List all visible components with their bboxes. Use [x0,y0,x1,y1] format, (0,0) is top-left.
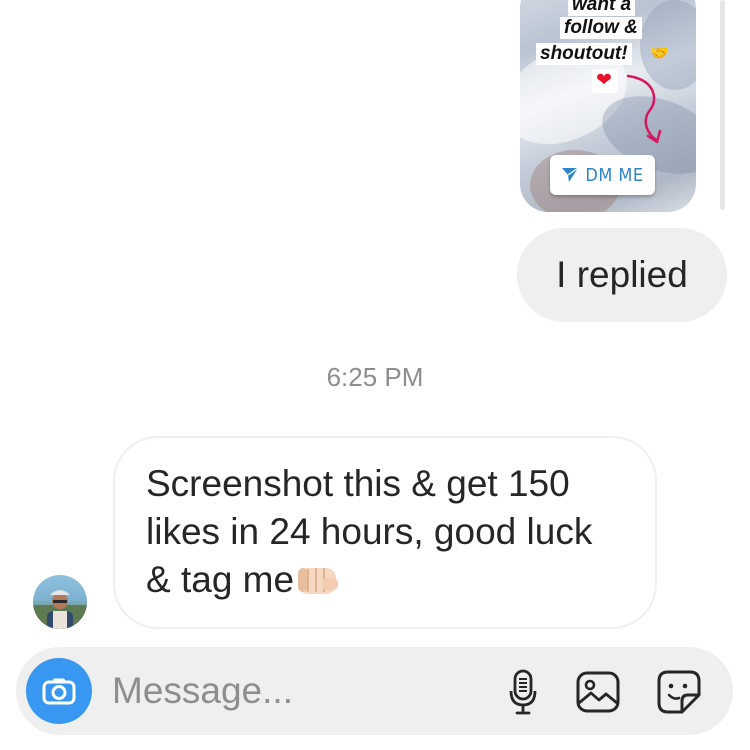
story-text-line: want a [568,0,636,16]
message-input[interactable] [112,667,472,715]
incoming-message-body: Screenshot this & get 150 likes in 24 ho… [146,460,625,604]
sticker-icon [657,670,701,714]
incoming-message-text: Screenshot this & get 150 likes in 24 ho… [146,463,593,600]
dm-me-sticker[interactable]: DM ME [550,155,655,195]
incoming-message-bubble[interactable]: Screenshot this & get 150 likes in 24 ho… [113,436,657,629]
dm-thread-screen: want a follow & shoutout! 🤝 ❤ DM ME I re… [0,0,750,750]
camera-button[interactable] [26,658,92,724]
fist-bump-emoji [298,568,339,594]
heart-icon: ❤ [596,70,612,91]
outgoing-message-bubble[interactable]: I replied [517,228,727,322]
scrollbar[interactable] [720,0,725,210]
story-text-line: shoutout! [536,43,632,65]
heart-sticker: ❤ [592,69,618,93]
microphone-button[interactable] [498,667,548,717]
dm-me-label: DM ME [585,164,644,186]
camera-icon [42,678,76,705]
gallery-button[interactable] [573,667,623,717]
sticker-button[interactable] [654,667,704,717]
handshake-emoji: 🤝 [650,45,669,62]
story-text-line: follow & [560,17,642,39]
paper-plane-icon [562,167,579,182]
message-composer [16,647,733,735]
avatar-photo [33,590,87,629]
gallery-icon [576,671,620,713]
curved-arrow-icon [626,74,662,144]
shared-story-card[interactable]: want a follow & shoutout! 🤝 ❤ DM ME [520,0,696,212]
message-timestamp: 6:25 PM [326,362,424,392]
avatar[interactable] [33,575,87,629]
microphone-icon [509,669,537,715]
outgoing-message-text: I replied [556,254,688,295]
